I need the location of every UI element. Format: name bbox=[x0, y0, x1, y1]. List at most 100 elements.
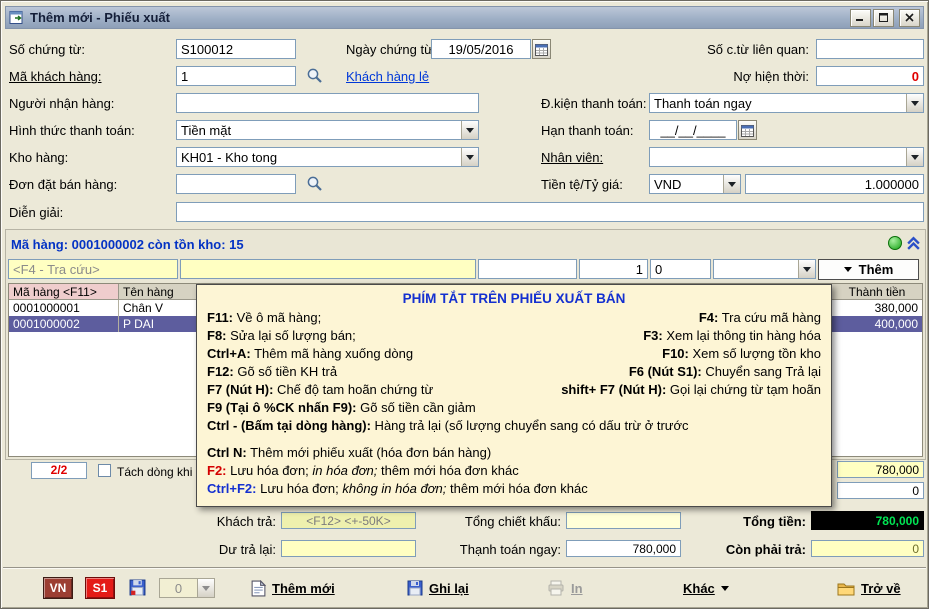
ngay-chung-tu-input[interactable] bbox=[431, 39, 531, 59]
ghi-lai-button[interactable]: Ghi lại bbox=[407, 576, 469, 600]
them-moi-button[interactable]: Thêm mới bbox=[251, 576, 335, 600]
quick-unit-combo[interactable] bbox=[713, 259, 816, 279]
cell-thanh-tien: 400,000 bbox=[832, 316, 922, 332]
add-line-label: Thêm bbox=[859, 262, 894, 277]
shortcut-desc: Chuyển sang Trả lại bbox=[702, 364, 821, 379]
vn-button[interactable]: VN bbox=[43, 577, 73, 599]
ma-khach-hang-label: Mã khách hàng: bbox=[9, 69, 102, 84]
shortcut-key: F4: bbox=[699, 310, 719, 325]
shortcut-desc: Xem số lượng tồn kho bbox=[689, 346, 821, 361]
hinh-thuc-combo[interactable]: Tiền mặt bbox=[176, 120, 479, 140]
shortcut-desc-italic: không in hóa đơn; bbox=[342, 481, 446, 496]
search-icon[interactable] bbox=[306, 175, 323, 197]
page-indicator: 2/2 bbox=[31, 462, 87, 479]
don-dat-input[interactable] bbox=[176, 174, 296, 194]
shortcut-key: F8: bbox=[207, 328, 227, 343]
quick-discount-input[interactable] bbox=[650, 259, 711, 279]
shortcut-desc: Lưu hóa đơn; bbox=[256, 481, 342, 496]
shortcut-desc-italic: in hóa đơn; bbox=[312, 463, 377, 478]
calendar-icon[interactable] bbox=[738, 120, 757, 140]
nhan-vien-label: Nhân viên: bbox=[541, 150, 603, 165]
ngay-chung-tu-label: Ngày chứng từ: bbox=[346, 42, 436, 57]
shortcut-desc: Chế độ tam hoãn chứng từ bbox=[273, 382, 433, 397]
chevron-down-icon[interactable] bbox=[906, 148, 923, 166]
maximize-button[interactable] bbox=[873, 9, 894, 27]
collapse-double-chevron-up-icon[interactable] bbox=[906, 236, 921, 256]
shortcut-desc: Lưu hóa đơn; bbox=[227, 463, 313, 478]
don-dat-label: Đơn đặt bán hàng: bbox=[9, 177, 117, 192]
khac-label: Khác bbox=[683, 581, 715, 596]
minimize-button[interactable] bbox=[850, 9, 871, 27]
line-amount-field bbox=[837, 461, 924, 478]
quick-save-icon[interactable] bbox=[129, 579, 146, 601]
shortcut-line: Ctrl+A: Thêm mã hàng xuống dòng F10: Xem… bbox=[207, 345, 821, 363]
close-button[interactable] bbox=[899, 9, 920, 27]
new-document-icon bbox=[251, 580, 266, 597]
shortcut-desc: Thêm mới phiếu xuất (hóa đơn bán hàng) bbox=[247, 445, 491, 460]
ty-gia-input[interactable] bbox=[745, 174, 924, 194]
s1-button[interactable]: S1 bbox=[85, 577, 115, 599]
shortcut-desc: Sửa lại số lượng bán; bbox=[227, 328, 356, 343]
tien-te-combo[interactable]: VND bbox=[649, 174, 741, 194]
khach-tra-input[interactable] bbox=[281, 512, 416, 529]
tro-ve-label: Trở về bbox=[861, 581, 901, 596]
quick-qty-input[interactable] bbox=[579, 259, 648, 279]
in-button[interactable]: In bbox=[547, 576, 583, 600]
shortcut-key: Ctrl - (Bấm tại dòng hàng): bbox=[207, 418, 371, 433]
thanh-toan-ngay-input[interactable] bbox=[566, 540, 681, 557]
shortcut-key: Ctrl N: bbox=[207, 445, 247, 460]
titlebar[interactable]: Thêm mới - Phiếu xuất bbox=[5, 6, 924, 29]
shortcut-key: F9 (Tại ô %CK nhấn F9): bbox=[207, 400, 357, 415]
kho-hang-value: KH01 - Kho tong bbox=[177, 148, 461, 166]
du-tra-lai-label: Dư trả lại: bbox=[191, 542, 276, 557]
khach-hang-le-link[interactable]: Khách hàng lẻ bbox=[346, 69, 429, 84]
shortcut-desc: thêm mới hóa đơn khác bbox=[377, 463, 518, 478]
quick-field3-input[interactable] bbox=[478, 259, 577, 279]
folder-back-icon bbox=[837, 581, 855, 596]
so-chung-tu-label: Số chứng từ: bbox=[9, 42, 85, 57]
chevron-down-icon[interactable] bbox=[798, 260, 815, 278]
shortcut-line: Ctrl N: Thêm mới phiếu xuất (hóa đơn bán… bbox=[207, 444, 821, 462]
triangle-down-icon bbox=[721, 586, 729, 591]
khac-button[interactable]: Khác bbox=[683, 576, 729, 600]
dien-giai-input[interactable] bbox=[176, 202, 924, 222]
shortcut-key: F6 (Nút S1): bbox=[629, 364, 702, 379]
save-floppy-icon bbox=[407, 580, 423, 596]
count-combo-disabled: 0 bbox=[159, 578, 215, 598]
shortcut-line: F7 (Nút H): Chế độ tam hoãn chứng từ shi… bbox=[207, 381, 821, 399]
kho-hang-combo[interactable]: KH01 - Kho tong bbox=[176, 147, 479, 167]
shortcut-desc: Thêm mã hàng xuống dòng bbox=[251, 346, 413, 361]
tong-chiet-khau-input[interactable] bbox=[566, 512, 681, 529]
chevron-down-icon[interactable] bbox=[723, 175, 740, 193]
quick-item-name-input[interactable] bbox=[180, 259, 476, 279]
split-line-checkbox[interactable] bbox=[98, 464, 111, 477]
window-title: Thêm mới - Phiếu xuất bbox=[30, 10, 848, 25]
chevron-down-icon[interactable] bbox=[906, 94, 923, 112]
dk-thanh-toan-combo[interactable]: Thanh toán ngay bbox=[649, 93, 924, 113]
tro-ve-button[interactable]: Trở về bbox=[837, 576, 901, 600]
ma-khach-hang-input[interactable] bbox=[176, 66, 296, 86]
shortcut-desc: Gõ số tiền KH trả bbox=[234, 364, 337, 379]
shortcut-desc: thêm mới hóa đơn khác bbox=[446, 481, 587, 496]
nhan-vien-combo[interactable] bbox=[649, 147, 924, 167]
toolbar-separator bbox=[3, 567, 926, 569]
chevron-down-icon bbox=[197, 579, 214, 597]
calendar-icon[interactable] bbox=[532, 39, 551, 59]
column-header-ma-hang: Mã hàng <F11> bbox=[9, 284, 119, 299]
no-hien-thoi-field bbox=[816, 66, 924, 86]
so-chung-tu-input[interactable] bbox=[176, 39, 296, 59]
nguoi-nhan-hang-input[interactable] bbox=[176, 93, 479, 113]
han-thanh-toan-input[interactable] bbox=[649, 120, 737, 140]
shortcut-desc: Hàng trả lại (số lượng chuyển sang có dấ… bbox=[371, 418, 689, 433]
shortcut-desc: Xem lại thông tin hàng hóa bbox=[663, 328, 821, 343]
so-ctu-lien-quan-input[interactable] bbox=[816, 39, 924, 59]
quick-item-search-input[interactable] bbox=[8, 259, 178, 279]
tong-tien-field bbox=[811, 511, 924, 530]
khach-tra-label: Khách trả: bbox=[191, 514, 276, 529]
chevron-down-icon[interactable] bbox=[461, 121, 478, 139]
them-moi-label: Thêm mới bbox=[272, 581, 335, 596]
search-icon[interactable] bbox=[306, 67, 323, 89]
du-tra-lai-field bbox=[281, 540, 416, 557]
add-line-button[interactable]: Thêm bbox=[818, 259, 919, 280]
chevron-down-icon[interactable] bbox=[461, 148, 478, 166]
